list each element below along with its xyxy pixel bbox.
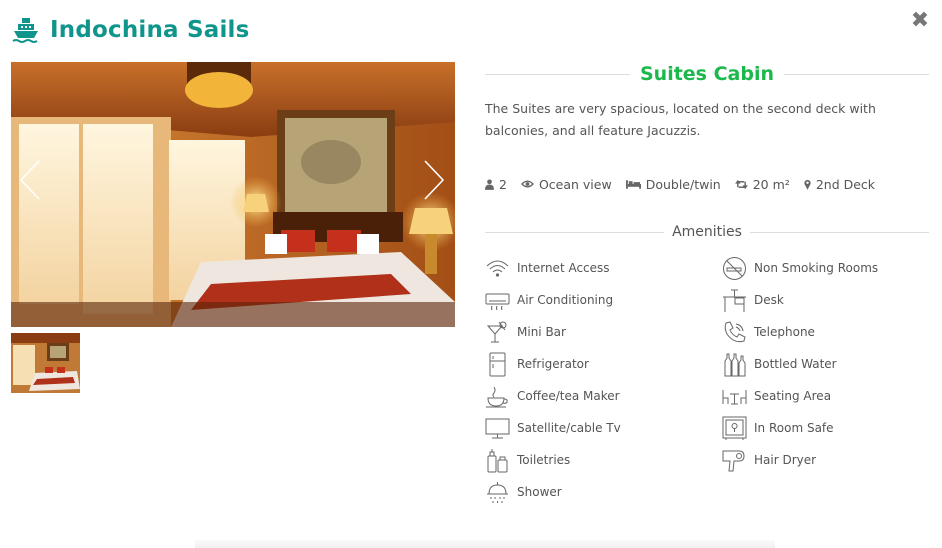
guests-value: 2: [499, 176, 507, 192]
close-icon[interactable]: ✖: [911, 8, 929, 33]
close-button[interactable]: ✖: [910, 10, 930, 32]
amenity-label: Mini Bar: [517, 325, 566, 339]
cabin-title-row: Suites Cabin: [485, 58, 929, 90]
tv-icon: [485, 416, 510, 441]
divider: [485, 73, 630, 75]
map-marker-icon: [804, 179, 811, 190]
desk-icon: [722, 288, 747, 313]
size-value: 20 m²: [752, 176, 790, 192]
previous-photo-button[interactable]: [15, 158, 45, 202]
amenity-label: Desk: [754, 293, 784, 307]
cabin-specs: 2 Ocean view Double/twin 20 m² 2nd Deck: [485, 174, 929, 194]
eye-icon: [520, 180, 534, 188]
spec-view: Ocean view: [520, 176, 612, 192]
amenity-label: Non Smoking Rooms: [754, 261, 879, 275]
amenity-coffee-tea-maker: Coffee/tea Maker: [485, 380, 705, 412]
amenity-label: Hair Dryer: [754, 453, 817, 467]
header: Indochina Sails: [12, 14, 250, 46]
amenity-satellite-cable-tv: Satellite/cable Tv: [485, 412, 705, 444]
amenity-toiletries: Toiletries: [485, 444, 705, 476]
hair-dryer-icon: [722, 448, 747, 473]
amenities-title: Amenities: [672, 224, 742, 240]
amenity-label: Satellite/cable Tv: [517, 421, 621, 435]
refrigerator-icon: [485, 352, 510, 377]
divider: [784, 73, 929, 75]
user-icon: [485, 178, 494, 190]
spec-size: 20 m²: [734, 176, 790, 192]
amenity-label: Air Conditioning: [517, 293, 614, 307]
amenity-refrigerator: Refrigerator: [485, 348, 705, 380]
amenity-hair-dryer: Hair Dryer: [722, 444, 942, 476]
view-value: Ocean view: [538, 176, 612, 192]
room-photo-gallery[interactable]: [11, 62, 455, 327]
bed-icon: [625, 180, 641, 189]
toiletries-icon: [485, 448, 510, 473]
amenities-title-row: Amenities: [485, 221, 930, 243]
amenity-bottled-water: Bottled Water: [722, 348, 942, 380]
amenity-mini-bar: Mini Bar: [485, 316, 705, 348]
cocktail-icon: [485, 320, 510, 345]
amenity-desk: Desk: [722, 284, 942, 316]
chevron-right-icon[interactable]: [419, 158, 449, 202]
amenity-label: In Room Safe: [754, 421, 834, 435]
divider: [485, 231, 665, 233]
amenities-right-column: Non Smoking Rooms Desk Telephone Bottled…: [722, 252, 942, 476]
seating-icon: [722, 384, 747, 409]
spec-bed: Double/twin: [625, 176, 721, 192]
thumbnail-image: [11, 333, 80, 393]
retweet-arrows-icon: [734, 179, 748, 189]
cabin-description: The Suites are very spacious, located on…: [485, 101, 876, 138]
safe-icon: [722, 416, 747, 441]
modal-bottom-edge: [195, 540, 775, 548]
coffee-cup-icon: [485, 384, 510, 409]
no-smoking-icon: [722, 256, 747, 281]
bed-value: Double/twin: [645, 176, 721, 192]
cabin-details: Suites Cabin The Suites are very spaciou…: [485, 58, 930, 503]
amenity-label: Seating Area: [754, 389, 832, 403]
chevron-left-icon[interactable]: [15, 158, 45, 202]
bottles-icon: [722, 352, 747, 377]
spec-deck: 2nd Deck: [804, 177, 875, 192]
amenity-internet-access: Internet Access: [485, 252, 705, 284]
amenity-label: Internet Access: [517, 261, 610, 275]
ship-icon: [12, 16, 40, 44]
brand-name[interactable]: Indochina Sails: [50, 17, 250, 43]
spec-guests: 2: [485, 177, 507, 192]
amenity-label: Shower: [517, 485, 562, 499]
amenity-label: Bottled Water: [754, 357, 837, 371]
amenity-label: Toiletries: [517, 453, 571, 467]
amenity-non-smoking-rooms: Non Smoking Rooms: [722, 252, 942, 284]
amenity-in-room-safe: In Room Safe: [722, 412, 942, 444]
next-photo-button[interactable]: [419, 158, 449, 202]
wifi-icon: [485, 256, 510, 281]
room-photo: [11, 62, 455, 327]
deck-value: 2nd Deck: [815, 176, 876, 192]
amenity-seating-area: Seating Area: [722, 380, 942, 412]
amenity-label: Coffee/tea Maker: [517, 389, 620, 403]
shower-icon: [485, 480, 510, 505]
divider: [749, 231, 930, 233]
cabin-title: Suites Cabin: [639, 63, 775, 85]
amenity-telephone: Telephone: [722, 316, 942, 348]
air-conditioner-icon: [485, 288, 510, 313]
amenity-air-conditioning: Air Conditioning: [485, 284, 705, 316]
amenity-label: Refrigerator: [517, 357, 589, 371]
amenities-left-column: Internet Access Air Conditioning Mini Ba…: [485, 252, 705, 508]
telephone-icon: [722, 320, 747, 345]
amenity-label: Telephone: [754, 325, 815, 339]
photo-thumbnail[interactable]: [11, 333, 80, 393]
amenity-shower: Shower: [485, 476, 705, 508]
